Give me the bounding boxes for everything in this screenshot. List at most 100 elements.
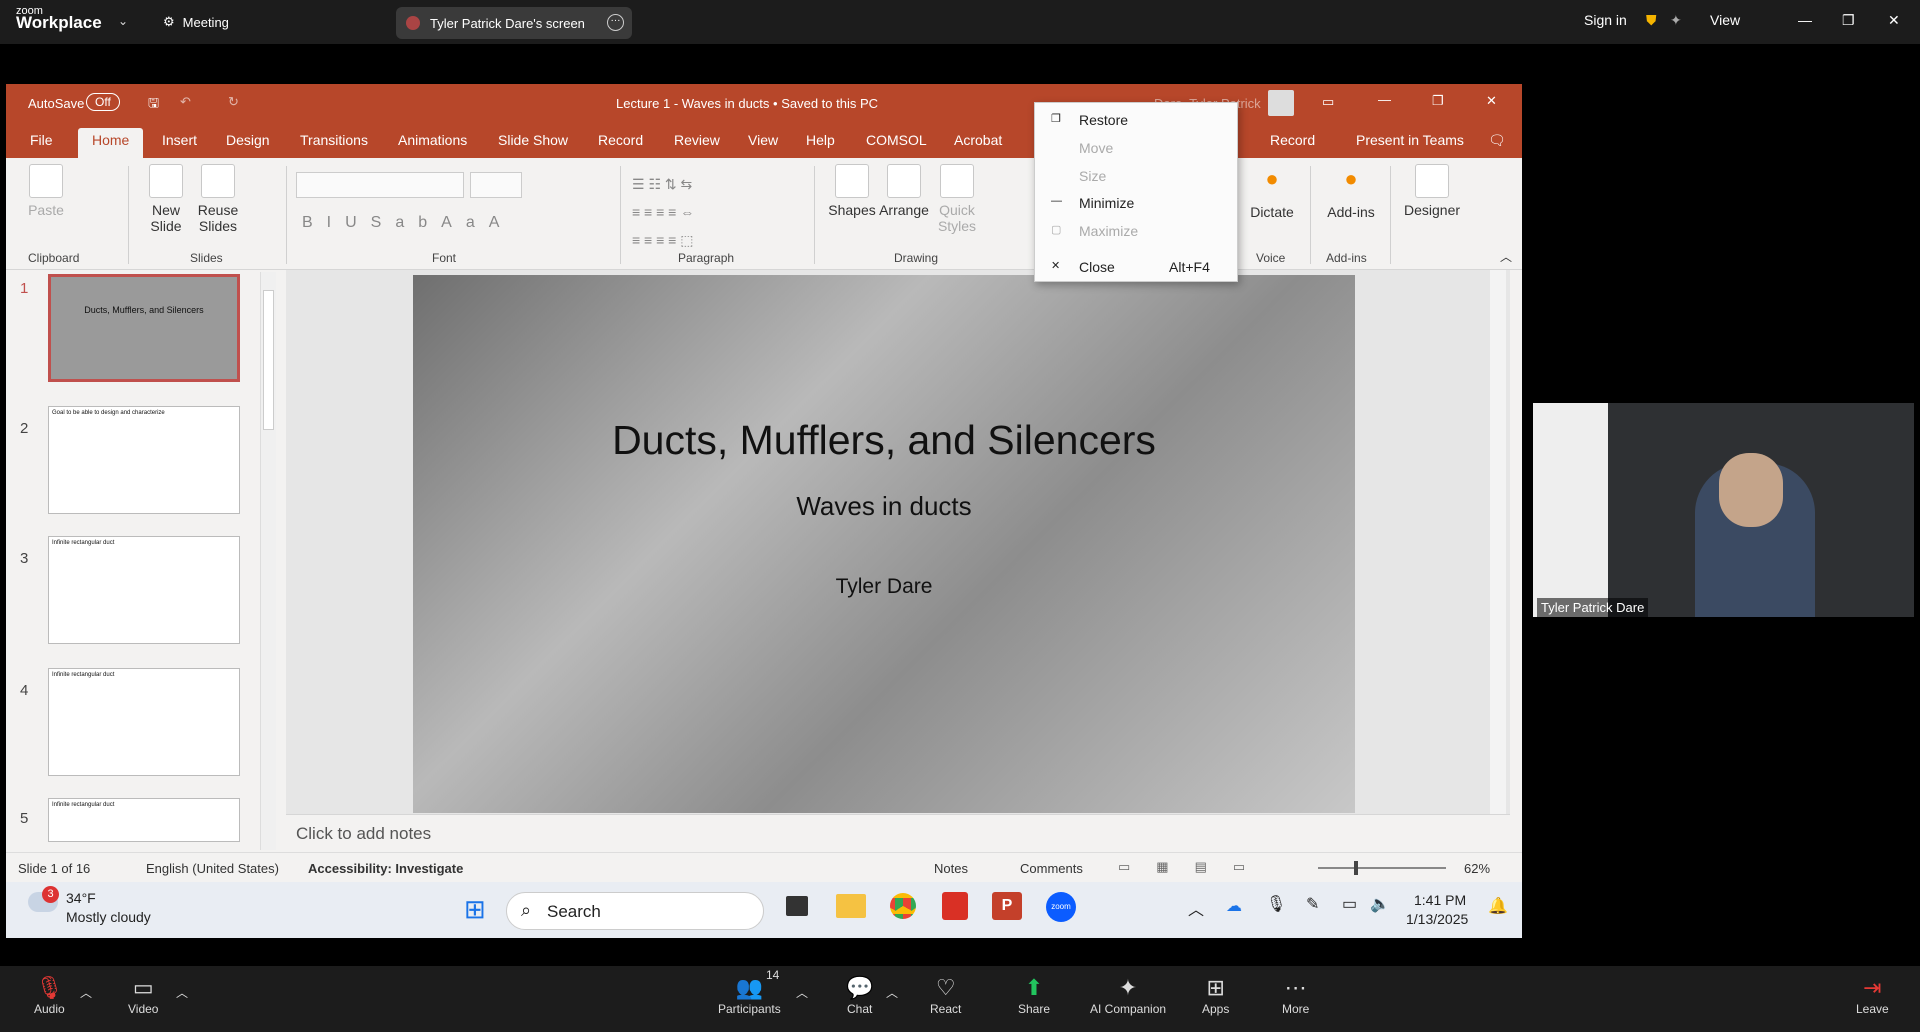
sign-in-link[interactable]: Sign in xyxy=(1584,12,1627,28)
save-icon[interactable]: 🖫 xyxy=(148,94,159,116)
zoom-level[interactable]: 62% xyxy=(1464,861,1490,876)
redo-icon[interactable]: ↻ xyxy=(228,94,239,110)
comments-button[interactable]: Comments xyxy=(1020,861,1083,876)
more-button[interactable]: ⋯ More xyxy=(1282,974,1309,1016)
autosave-toggle[interactable]: Off xyxy=(86,93,120,111)
audio-button[interactable]: 🎙 Audio xyxy=(34,974,65,1016)
accessibility-status[interactable]: Accessibility: Investigate xyxy=(308,861,463,876)
chevron-down-icon[interactable]: ⌄ xyxy=(118,14,128,28)
tab-transitions[interactable]: Transitions xyxy=(300,132,368,148)
new-slide-button[interactable]: New Slide xyxy=(140,164,192,234)
add-ins-button[interactable]: ● Add-ins xyxy=(1320,166,1382,220)
slide-thumbnail-3[interactable]: Infinite rectangular duct xyxy=(48,536,240,644)
ribbon-display-icon[interactable]: ▭ xyxy=(1322,94,1334,110)
tab-record[interactable]: Record xyxy=(598,132,643,148)
thumbs-scrollbar[interactable] xyxy=(260,272,276,850)
present-in-teams-button[interactable]: Present in Teams xyxy=(1356,132,1464,148)
record-button[interactable]: Record xyxy=(1270,132,1315,148)
taskbar-search[interactable]: ⌕ Search xyxy=(506,892,764,930)
windows-start-icon[interactable]: ⊞ xyxy=(464,894,486,925)
notes-button[interactable]: Notes xyxy=(934,861,968,876)
menu-minimize[interactable]: Minimize xyxy=(1079,195,1134,211)
react-button[interactable]: ♡ React xyxy=(930,974,961,1016)
slide-scrollbar[interactable] xyxy=(1490,270,1506,814)
menu-restore[interactable]: Restore xyxy=(1079,112,1128,128)
participants-chevron[interactable]: ︿ xyxy=(796,984,808,1001)
minimize-icon[interactable]: — xyxy=(1378,92,1391,107)
chat-button[interactable]: 💬 Chat xyxy=(846,974,873,1016)
arrange-button[interactable]: Arrange xyxy=(874,164,934,218)
designer-button[interactable]: Designer xyxy=(1396,164,1468,218)
font-format-buttons[interactable]: BIUSabAaA xyxy=(302,214,513,232)
shield-icon[interactable]: ⛊ xyxy=(1646,12,1657,29)
tab-design[interactable]: Design xyxy=(226,132,270,148)
chevron-up-icon[interactable]: ︿ xyxy=(1188,896,1204,920)
dictate-button[interactable]: ● Dictate xyxy=(1242,166,1302,220)
close-icon[interactable]: ✕ xyxy=(1486,93,1497,109)
notes-pane[interactable]: Click to add notes xyxy=(286,814,1510,852)
task-view-icon[interactable] xyxy=(786,896,808,916)
network-icon[interactable]: ▭ xyxy=(1342,894,1357,914)
paragraph-buttons[interactable]: ☰ ☷ ⇅ ⇆ ≡ ≡ ≡ ≡ ⇔ ≡ ≡ ≡ ≡ ⬚ xyxy=(632,170,694,254)
font-size-select[interactable] xyxy=(470,172,522,198)
leave-button[interactable]: ⇥ Leave xyxy=(1856,974,1889,1016)
tab-view[interactable]: View xyxy=(748,132,778,148)
zoom-slider[interactable] xyxy=(1318,861,1446,875)
slide-thumbnail-4[interactable]: Infinite rectangular duct xyxy=(48,668,240,776)
language[interactable]: English (United States) xyxy=(146,861,279,876)
comments-icon[interactable]: 🗨 xyxy=(1488,132,1506,149)
undo-icon[interactable]: ↶ xyxy=(180,94,191,110)
collapse-ribbon-icon[interactable]: ︿ xyxy=(1500,248,1512,265)
tab-insert[interactable]: Insert xyxy=(162,132,197,148)
restore-icon[interactable]: ❐ xyxy=(1842,12,1855,29)
video-options-chevron[interactable]: ︿ xyxy=(176,984,188,1001)
meeting-button[interactable]: ⚙ Meeting xyxy=(163,14,229,30)
audio-options-chevron[interactable]: ︿ xyxy=(80,984,92,1001)
microphone-icon[interactable]: 🎙 xyxy=(1266,894,1286,914)
font-name-select[interactable] xyxy=(296,172,464,198)
chat-chevron[interactable]: ︿ xyxy=(886,984,898,1001)
reuse-slides-button[interactable]: Reuse Slides xyxy=(192,164,244,234)
tab-home[interactable]: Home xyxy=(78,128,144,158)
onedrive-icon[interactable]: ☁ xyxy=(1226,896,1242,916)
tab-slide-show[interactable]: Slide Show xyxy=(498,132,568,148)
pen-icon[interactable]: ✎ xyxy=(1306,894,1319,914)
shapes-button[interactable]: Shapes xyxy=(824,164,880,218)
acrobat-icon[interactable] xyxy=(942,892,968,920)
avatar[interactable] xyxy=(1268,90,1294,116)
file-explorer-icon[interactable] xyxy=(836,894,866,918)
share-button[interactable]: ⬆ Share xyxy=(1018,974,1050,1016)
clock-date[interactable]: 1/13/2025 xyxy=(1406,911,1468,927)
clock-time[interactable]: 1:41 PM xyxy=(1414,892,1466,908)
tab-review[interactable]: Review xyxy=(674,132,720,148)
document-title[interactable]: Lecture 1 - Waves in ducts • Saved to th… xyxy=(616,96,878,111)
video-button[interactable]: ▭ Video xyxy=(128,974,158,1016)
minimize-icon[interactable]: — xyxy=(1798,12,1812,28)
chrome-icon[interactable] xyxy=(890,893,916,919)
volume-icon[interactable]: 🔈 xyxy=(1370,894,1390,914)
slide-canvas[interactable]: Ducts, Mufflers, and Silencers Waves in … xyxy=(413,275,1355,813)
view-buttons[interactable]: ▭▦▤▭ xyxy=(1118,859,1271,875)
weather-text[interactable]: Mostly cloudy xyxy=(66,909,151,925)
slide-thumbnail-5[interactable]: Infinite rectangular duct xyxy=(48,798,240,842)
notification-icon[interactable]: 🔔 xyxy=(1488,896,1508,916)
powerpoint-icon[interactable]: P xyxy=(992,892,1022,920)
apps-button[interactable]: ⊞ Apps xyxy=(1202,974,1229,1016)
sparkle-icon[interactable]: ✦ xyxy=(1670,12,1682,29)
temperature[interactable]: 34°F xyxy=(66,890,96,906)
slide-thumbnail-2[interactable]: Goal to be able to design and characteri… xyxy=(48,406,240,514)
tab-animations[interactable]: Animations xyxy=(398,132,467,148)
slide-thumbnail-1[interactable]: Ducts, Mufflers, and Silencers xyxy=(48,274,240,382)
participant-video[interactable]: Tyler Patrick Dare xyxy=(1533,403,1914,617)
share-indicator[interactable]: Tyler Patrick Dare's screen ··· xyxy=(396,7,632,39)
more-icon[interactable]: ··· xyxy=(607,14,624,31)
tab-acrobat[interactable]: Acrobat xyxy=(954,132,1002,148)
quick-styles-button[interactable]: Quick Styles xyxy=(928,164,986,234)
paste-button[interactable]: Paste xyxy=(20,164,72,218)
tab-help[interactable]: Help xyxy=(806,132,835,148)
menu-close[interactable]: Close xyxy=(1079,259,1115,275)
ai-companion-button[interactable]: ✦ AI Companion xyxy=(1090,974,1166,1016)
view-button[interactable]: View xyxy=(1710,12,1740,28)
close-icon[interactable]: ✕ xyxy=(1888,12,1900,29)
tab-file[interactable]: File xyxy=(30,132,53,148)
